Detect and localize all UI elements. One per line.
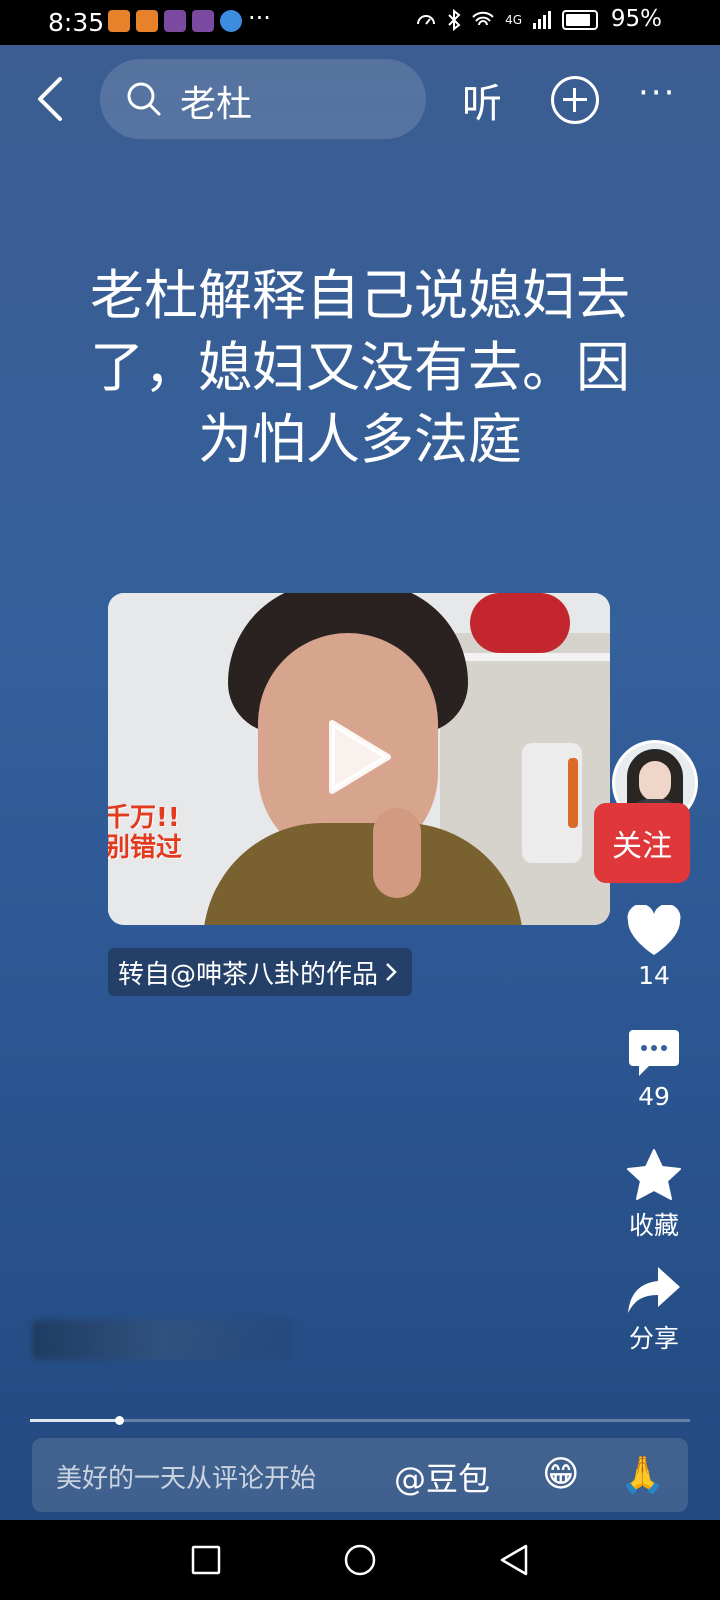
video-kettle-handle <box>568 758 578 828</box>
listen-button[interactable]: 听 <box>462 71 502 129</box>
search-query: 老杜 <box>180 84 253 125</box>
bluetooth-icon <box>448 9 461 31</box>
browser-notification-icon <box>220 10 242 32</box>
grin-emoji-button[interactable]: 😁 <box>542 1454 580 1495</box>
search-box[interactable]: 老杜 <box>100 59 426 139</box>
app-notification-icon <box>192 10 214 32</box>
comment-bar[interactable]: 美好的一天从评论开始 @豆包 😁 🙏 <box>32 1438 688 1512</box>
comment-input[interactable]: 美好的一天从评论开始 <box>56 1458 316 1495</box>
post-headline: 老杜解释自己说媳妇去了，媳妇又没有去。因为怕人多法庭 <box>90 264 630 471</box>
star-icon <box>627 1149 681 1200</box>
blurred-caption <box>32 1320 292 1360</box>
battery-percentage: 95% <box>610 6 662 32</box>
chevron-right-icon <box>386 963 397 981</box>
comment-count: 49 <box>638 1082 670 1111</box>
nav-back-icon[interactable] <box>496 1542 532 1578</box>
home-icon[interactable] <box>342 1542 378 1578</box>
status-more-icon: ··· <box>248 4 271 32</box>
more-options-icon[interactable]: ··· <box>638 73 676 113</box>
add-icon[interactable] <box>551 76 599 124</box>
app-notification-icon <box>164 10 186 32</box>
video-person-hand <box>373 808 421 898</box>
recent-apps-icon[interactable] <box>188 1542 224 1578</box>
wifi-icon <box>472 11 494 26</box>
video-thumbnail[interactable]: 千万!! 别错过 <box>108 593 610 925</box>
play-icon[interactable] <box>324 717 394 797</box>
status-time: 8:35 <box>48 8 105 37</box>
share-icon <box>628 1267 680 1313</box>
notification-icons <box>108 10 242 32</box>
mention-button[interactable]: @豆包 <box>394 1454 490 1500</box>
avatar-face <box>639 761 671 801</box>
pray-emoji-button[interactable]: 🙏 <box>620 1454 665 1496</box>
status-indicators: 4G <box>415 9 598 31</box>
app-notification-icon <box>108 10 130 32</box>
video-sticker: 千万!! 别错过 <box>108 803 183 863</box>
source-link-label: 转自@呻茶八卦的作品 <box>118 959 379 990</box>
like-button[interactable]: 14 <box>612 905 696 990</box>
source-link[interactable]: 转自@呻茶八卦的作品 <box>108 948 413 996</box>
share-button[interactable]: 分享 <box>612 1265 696 1355</box>
favorite-label: 收藏 <box>628 1211 679 1240</box>
back-icon[interactable] <box>32 75 72 123</box>
system-nav-bar <box>0 1520 720 1600</box>
follow-button[interactable]: 关注 <box>594 803 690 883</box>
comment-icon <box>629 1030 679 1076</box>
heart-icon <box>627 905 681 955</box>
status-bar: 8:35 ··· 4G 95% <box>0 0 720 45</box>
share-label: 分享 <box>628 1324 679 1353</box>
video-progress-thumb[interactable] <box>115 1416 125 1425</box>
network-type: 4G <box>505 13 522 27</box>
speed-icon <box>417 15 436 25</box>
video-red-ornament <box>470 593 570 653</box>
search-icon <box>127 82 161 116</box>
battery-icon <box>562 10 598 30</box>
favorite-button[interactable]: 收藏 <box>612 1148 696 1242</box>
comment-button[interactable]: 49 <box>612 1028 696 1111</box>
video-progress-fill <box>30 1419 120 1422</box>
video-progress-bar[interactable] <box>30 1416 690 1425</box>
signal-icon <box>533 11 551 29</box>
app-notification-icon <box>136 10 158 32</box>
top-bar: 老杜 听 ··· <box>0 45 720 155</box>
like-count: 14 <box>638 961 670 990</box>
post-view: 老杜 听 ··· 老杜解释自己说媳妇去了，媳妇又没有去。因为怕人多法庭 千万!!… <box>0 45 720 1520</box>
